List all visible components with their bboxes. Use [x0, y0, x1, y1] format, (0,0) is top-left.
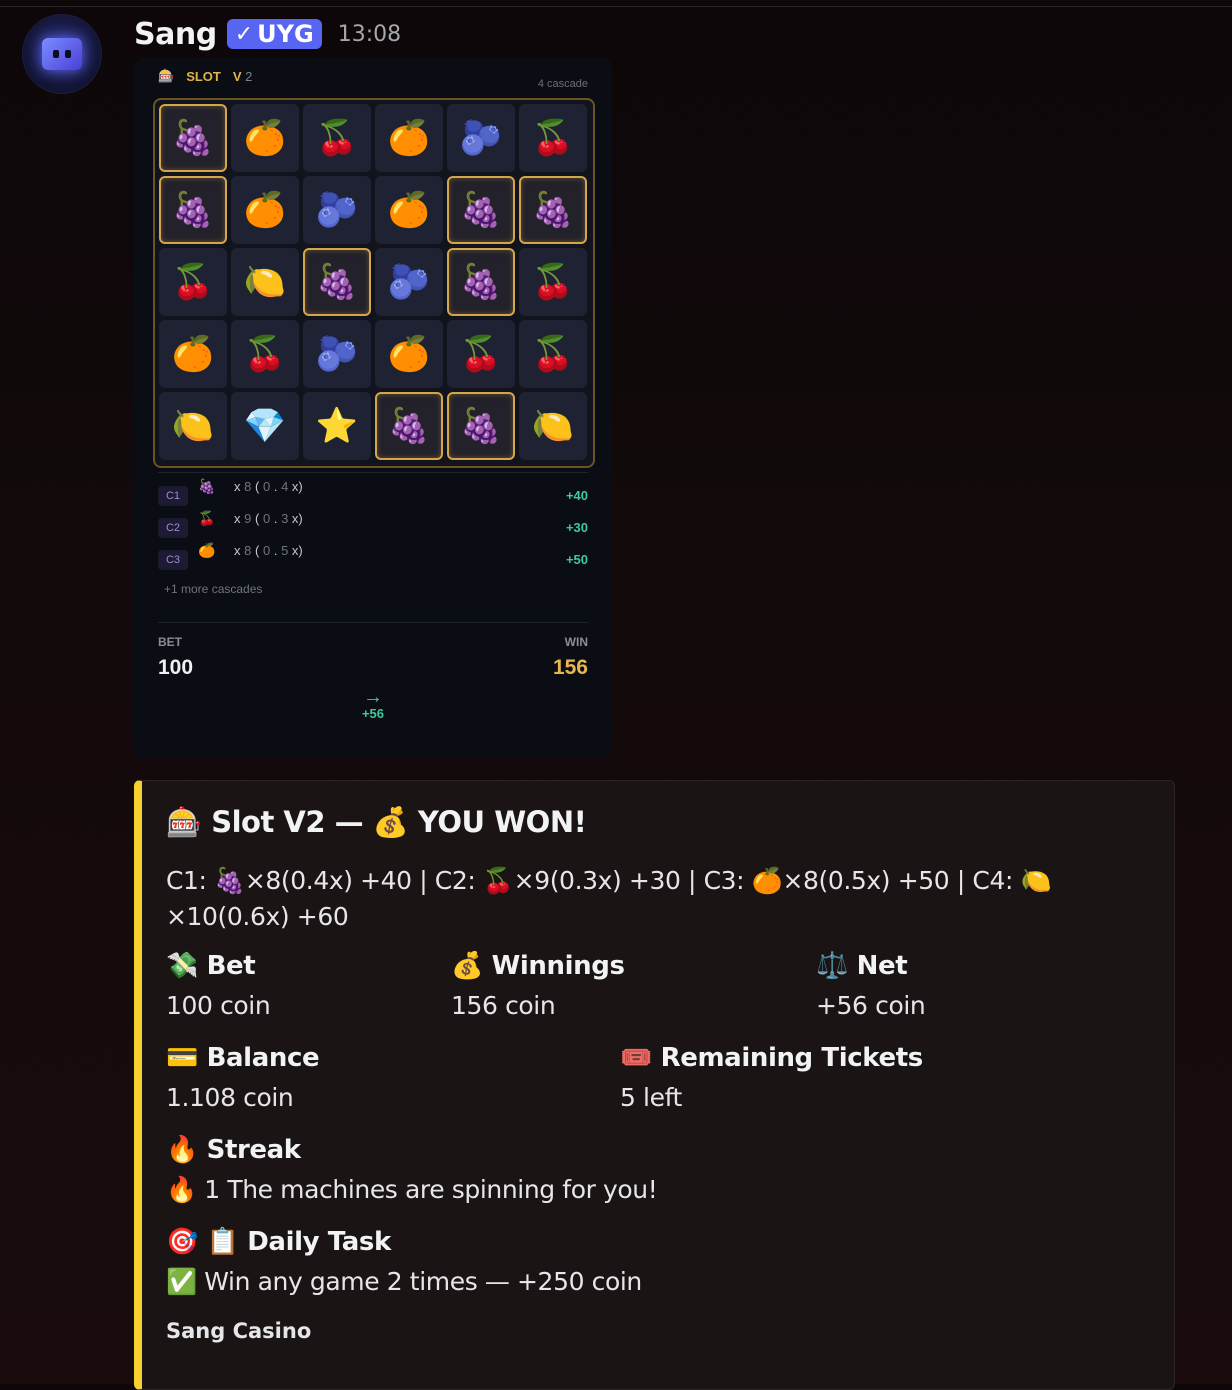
divider — [158, 472, 588, 473]
blueberry-icon: 🫐 — [447, 104, 515, 172]
server-tag-badge[interactable]: ✓ UYG — [226, 19, 322, 49]
cascade-row-c3: C3 🍊 x 8 ( 0 . 5 x) +50 — [158, 542, 588, 570]
timestamp[interactable]: 13:08 — [338, 22, 401, 47]
field-streak: 🔥 Streak 🔥 1 The machines are spinning f… — [166, 1135, 658, 1205]
field-name: 💸 Bet — [166, 951, 256, 981]
cascade-multiplier: x 9 ( 0 . 3 x) — [234, 511, 303, 526]
grape-icon: 🍇 — [159, 176, 227, 244]
username[interactable]: Sang — [134, 17, 217, 52]
orange-icon: 🍊 — [231, 104, 299, 172]
field-name: ⚖️ Net — [816, 951, 908, 981]
slot-machine-icon: 🎰 — [158, 68, 175, 83]
grape-icon: 🍇 — [375, 392, 443, 460]
field-name: 🎟️ Remaining Tickets — [620, 1043, 923, 1073]
cascade-row-c2: C2 🍒 x 9 ( 0 . 3 x) +30 — [158, 510, 588, 538]
badge-label: UYG — [257, 20, 314, 48]
orange-icon: 🍊 — [231, 176, 299, 244]
more-cascades: +1 more cascades — [164, 582, 263, 596]
cube-icon — [42, 38, 82, 70]
cascade-tag: C3 — [158, 550, 188, 570]
cherry-icon: 🍒 — [519, 248, 587, 316]
field-value: 156 coin — [451, 991, 556, 1020]
lemon-icon: 🍋 — [231, 248, 299, 316]
bet-label: BET — [158, 635, 182, 649]
orange-icon: 🍊 — [375, 104, 443, 172]
eye-left — [53, 50, 59, 58]
grape-icon: 🍇 — [447, 176, 515, 244]
slot-title: SLOT — [186, 68, 221, 84]
slot-grid: 🍇 🍊 🍒 🍊 🫐 🍒 🍇 🍊 🫐 🍊 🍇 🍇 🍒 🍋 🍇 🫐 🍇 🍒 🍊 🍒 🫐 🍊 🍒 🍒 🍋 💎 ⭐ 🍇 🍇 🍋 — [159, 104, 587, 460]
field-bet: 💸 Bet 100 coin — [166, 951, 271, 1020]
orange-icon: 🍊 — [375, 176, 443, 244]
blueberry-icon: 🫐 — [303, 320, 371, 388]
cascade-multiplier: x 8 ( 0 . 4 x) — [234, 479, 303, 494]
cascade-win: +50 — [565, 552, 588, 567]
divider — [0, 6, 1232, 7]
cherry-icon: 🍒 — [231, 320, 299, 388]
cascade-win: +30 — [565, 520, 588, 535]
avatar[interactable] — [22, 14, 102, 94]
grape-icon: 🍇 — [198, 478, 216, 494]
field-name: 💰 Winnings — [451, 951, 625, 981]
grape-icon: 🍇 — [447, 248, 515, 316]
check-icon: ✓ — [234, 21, 254, 47]
slot-version: V 2 — [232, 68, 253, 84]
result-embed: 🎰 Slot V2 — 💰 YOU WON! C1: 🍇×8(0.4x) +40… — [134, 780, 1175, 1390]
diamond-icon: 💎 — [231, 392, 299, 460]
cherry-icon: 🍒 — [303, 104, 371, 172]
lemon-icon: 🍋 — [159, 392, 227, 460]
field-value: ✅ Win any game 2 times — +250 coin — [166, 1267, 642, 1296]
message-header: Sang ✓ UYG 13:08 — [134, 14, 401, 54]
cherry-icon: 🍒 — [519, 104, 587, 172]
cascade-multiplier: x 8 ( 0 . 5 x) — [234, 543, 303, 558]
grape-icon: 🍇 — [519, 176, 587, 244]
cherry-icon: 🍒 — [519, 320, 587, 388]
net-value: +56 — [361, 706, 385, 721]
cascade-row-c1: C1 🍇 x 8 ( 0 . 4 x) +40 — [158, 478, 588, 506]
embed-title: 🎰 Slot V2 — 💰 YOU WON! — [166, 805, 587, 839]
cherry-icon: 🍒 — [198, 510, 216, 526]
grape-icon: 🍇 — [159, 104, 227, 172]
eye-right — [65, 50, 71, 58]
orange-icon: 🍊 — [159, 320, 227, 388]
field-remaining-tickets: 🎟️ Remaining Tickets 5 left — [620, 1043, 923, 1112]
orange-icon: 🍊 — [198, 542, 216, 558]
grape-icon: 🍇 — [447, 392, 515, 460]
field-value: +56 coin — [816, 991, 926, 1020]
lemon-icon: 🍋 — [519, 392, 587, 460]
field-name: 🎯 📋 Daily Task — [166, 1227, 391, 1257]
star-icon: ⭐ — [303, 392, 371, 460]
field-daily-task: 🎯 📋 Daily Task ✅ Win any game 2 times — … — [166, 1227, 642, 1297]
cherry-icon: 🍒 — [159, 248, 227, 316]
field-value: 5 left — [620, 1083, 682, 1112]
embed-description: C1: 🍇×8(0.4x) +40 | C2: 🍒×9(0.3x) +30 | … — [166, 866, 1052, 931]
cherry-icon: 🍒 — [447, 320, 515, 388]
slot-result-image[interactable]: 🎰 SLOT V 2 4 cascade 🍇 🍊 🍒 🍊 🫐 🍒 🍇 🍊 🫐 🍊 🍇 🍇 🍒 🍋 🍇 🫐 🍇 🍒 🍊… — [134, 58, 612, 758]
orange-icon: 🍊 — [375, 320, 443, 388]
field-name: 💳 Balance — [166, 1043, 320, 1073]
blueberry-icon: 🫐 — [303, 176, 371, 244]
field-value: 100 coin — [166, 991, 271, 1020]
field-value: 1.108 coin — [166, 1083, 294, 1112]
slot-grid-frame: 🍇 🍊 🍒 🍊 🫐 🍒 🍇 🍊 🫐 🍊 🍇 🍇 🍒 🍋 🍇 🫐 🍇 🍒 🍊 🍒 🫐 🍊 🍒 🍒 🍋 💎 ⭐ 🍇 🍇 🍋 — [153, 98, 595, 468]
grape-icon: 🍇 — [303, 248, 371, 316]
slot-header: 🎰 SLOT V 2 — [158, 68, 252, 84]
cascade-win: +40 — [565, 488, 588, 503]
field-balance: 💳 Balance 1.108 coin — [166, 1043, 320, 1112]
field-name: 🔥 Streak — [166, 1135, 301, 1165]
embed-footer: Sang Casino — [166, 1319, 312, 1343]
cascade-count: 4 cascade — [537, 78, 588, 90]
bet-value: 100 — [158, 656, 194, 679]
cascade-tag: C1 — [158, 486, 188, 506]
field-winnings: 💰 Winnings 156 coin — [451, 951, 625, 1020]
win-label: WIN — [564, 635, 588, 649]
field-value: 🔥 1 The machines are spinning for you! — [166, 1175, 658, 1204]
win-value: 156 — [552, 656, 588, 679]
field-net: ⚖️ Net +56 coin — [816, 951, 926, 1020]
divider — [158, 622, 588, 623]
blueberry-icon: 🫐 — [375, 248, 443, 316]
cascade-tag: C2 — [158, 518, 188, 538]
